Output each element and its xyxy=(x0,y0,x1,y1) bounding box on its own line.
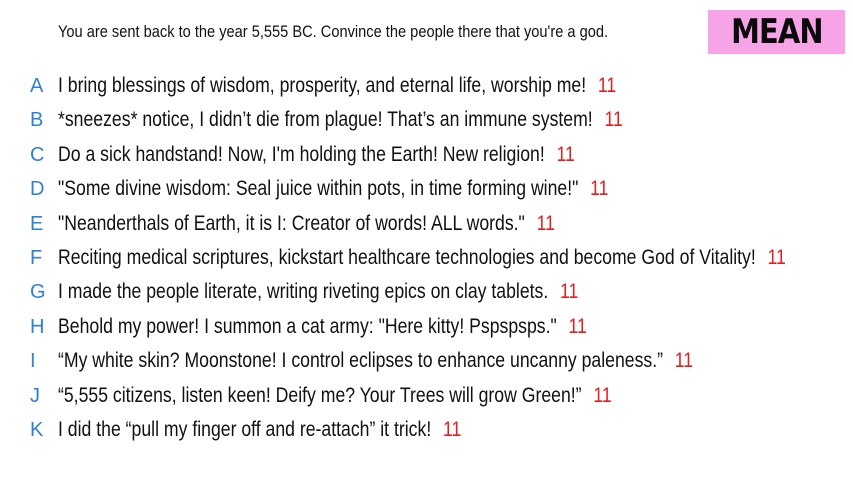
answer-row: B *sneezes* notice, I didn’t die from pl… xyxy=(0,104,853,138)
answer-body: "Some divine wisdom: Seal juice within p… xyxy=(58,177,608,201)
answer-body: I made the people literate, writing rive… xyxy=(58,280,578,304)
answer-body: I bring blessings of wisdom, prosperity,… xyxy=(58,74,616,98)
mean-badge-label: MEAN xyxy=(730,12,824,52)
answer-row: K I did the “pull my finger off and re-a… xyxy=(0,414,853,448)
answer-body: Behold my power! I summon a cat army: "H… xyxy=(58,315,587,339)
answer-score: 11 xyxy=(767,246,786,269)
answer-text: *sneezes* notice, I didn’t die from plag… xyxy=(58,108,593,132)
answer-letter: B xyxy=(30,109,44,132)
answer-letter: H xyxy=(30,315,45,338)
answer-row: C Do a sick handstand! Now, I'm holding … xyxy=(0,139,853,173)
answer-row: E "Neanderthals of Earth, it is I: Creat… xyxy=(0,208,853,242)
answer-body: Do a sick handstand! Now, I'm holding th… xyxy=(58,143,575,167)
mean-badge: MEAN xyxy=(708,10,845,54)
answer-body: “5,555 citizens, listen keen! Deify me? … xyxy=(58,384,612,408)
answer-letter: F xyxy=(30,247,43,269)
answer-body: I did the “pull my finger off and re-att… xyxy=(58,418,461,442)
answer-score: 11 xyxy=(536,211,555,235)
answer-text: “My white skin? Moonstone! I control ecl… xyxy=(58,349,663,373)
answer-body: Reciting medical scriptures, kickstart h… xyxy=(58,246,786,270)
answer-letter: C xyxy=(30,143,45,166)
answer-score: 11 xyxy=(560,280,579,304)
answer-letter: E xyxy=(30,212,44,235)
answer-text: “5,555 citizens, listen keen! Deify me? … xyxy=(58,383,582,407)
answer-score: 11 xyxy=(556,142,575,166)
answer-row: I “My white skin? Moonstone! I control e… xyxy=(0,345,853,379)
question-prompt: You are sent back to the year 5,555 BC. … xyxy=(58,22,609,41)
answer-text: "Some divine wisdom: Seal juice within p… xyxy=(58,177,579,201)
answer-score: 11 xyxy=(568,314,587,338)
answer-letter: D xyxy=(30,178,45,201)
answer-letter: J xyxy=(30,384,40,407)
answer-score: 11 xyxy=(590,177,609,201)
answer-score: 11 xyxy=(593,383,612,407)
answer-row: H Behold my power! I summon a cat army: … xyxy=(0,311,853,345)
answer-text: Behold my power! I summon a cat army: "H… xyxy=(58,314,557,338)
answer-letter: A xyxy=(30,75,44,97)
answer-text: I did the “pull my finger off and re-att… xyxy=(58,418,432,441)
answer-body: *sneezes* notice, I didn’t die from plag… xyxy=(58,108,623,132)
answer-text: I bring blessings of wisdom, prosperity,… xyxy=(58,74,587,97)
answer-row: G I made the people literate, writing ri… xyxy=(0,276,853,310)
answer-score: 11 xyxy=(597,74,617,97)
answer-body: "Neanderthals of Earth, it is I: Creator… xyxy=(58,212,555,236)
answer-text: I made the people literate, writing rive… xyxy=(58,280,549,304)
answer-text: Do a sick handstand! Now, I'm holding th… xyxy=(58,142,545,166)
answer-score: 11 xyxy=(674,349,694,373)
answer-row: A I bring blessings of wisdom, prosperit… xyxy=(0,70,853,104)
answer-letter: G xyxy=(30,281,46,304)
answer-row: J “5,555 citizens, listen keen! Deify me… xyxy=(0,380,853,414)
answer-score: 11 xyxy=(442,418,462,441)
answer-row: D "Some divine wisdom: Seal juice within… xyxy=(0,173,853,207)
answer-text: "Neanderthals of Earth, it is I: Creator… xyxy=(58,211,525,235)
answer-letter: I xyxy=(30,350,36,373)
answer-score: 11 xyxy=(604,108,623,132)
answer-body: “My white skin? Moonstone! I control ecl… xyxy=(58,349,693,373)
answer-text: Reciting medical scriptures, kickstart h… xyxy=(58,246,756,269)
answer-row: F Reciting medical scriptures, kickstart… xyxy=(0,242,853,276)
answer-letter: K xyxy=(30,419,44,441)
